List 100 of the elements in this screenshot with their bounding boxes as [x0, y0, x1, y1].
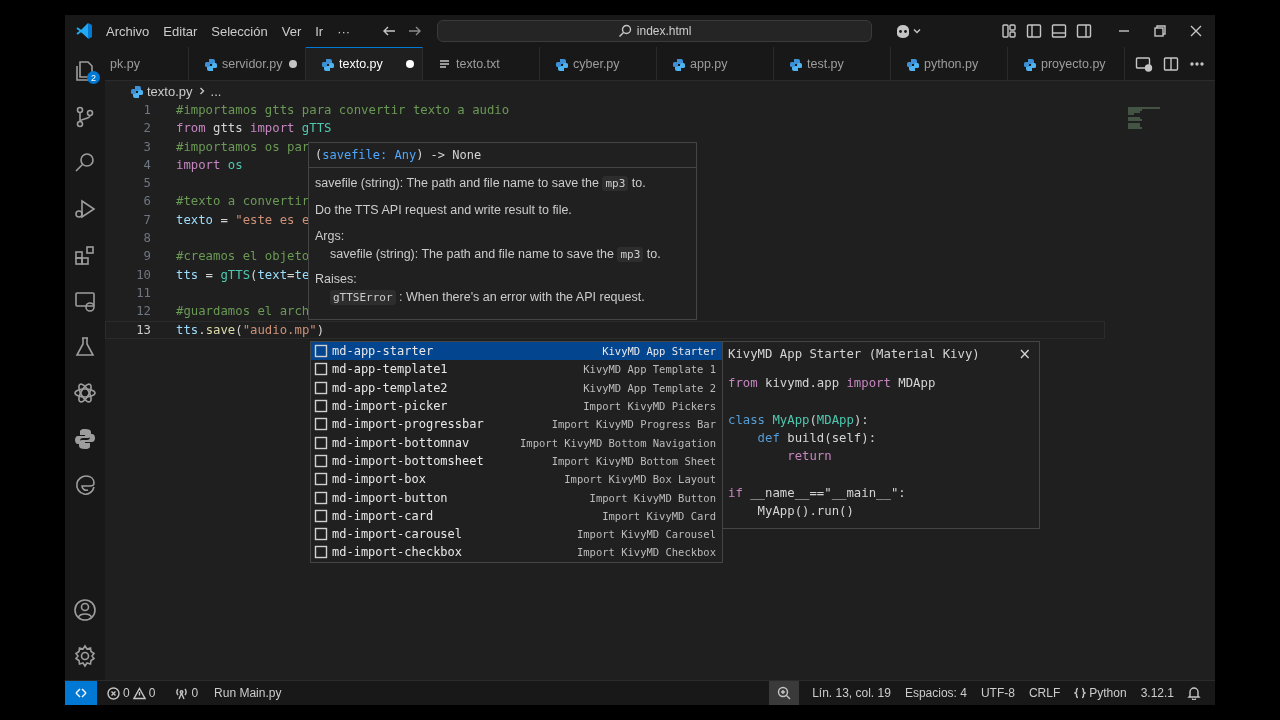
split-editor-icon[interactable]	[1163, 55, 1179, 72]
menu-item[interactable]: Editar	[156, 23, 205, 39]
suggestion-item[interactable]: md-import-checkbox Import KivyMD Checkbox	[311, 543, 722, 562]
extensions-icon[interactable]	[73, 243, 97, 267]
problems-button[interactable]: 0 0	[101, 686, 162, 700]
run-button[interactable]: Run Main.py	[208, 686, 288, 700]
code-line: def build(self):	[756, 430, 877, 445]
code-line: #importamos os par	[176, 138, 310, 156]
snippet-icon	[314, 344, 328, 359]
doc-paragraph: gTTSError : When there's an error with the API request.	[315, 288, 690, 307]
line-number: 10	[135, 266, 151, 284]
restore-icon[interactable]	[1153, 24, 1167, 38]
panel-toggle-icon[interactable]	[1051, 23, 1067, 39]
secondary-sidebar-icon[interactable]	[1076, 23, 1092, 39]
edge-logo-icon[interactable]	[73, 473, 97, 497]
flask-icon[interactable]	[73, 335, 97, 359]
menu-item[interactable]: Ir	[308, 23, 331, 39]
breadcrumb-item[interactable]: ...	[210, 83, 222, 99]
suggestion-item[interactable]: md-app-template1 KivyMD App Template 1	[311, 360, 722, 379]
snippet-icon	[314, 399, 328, 414]
python-file-icon	[671, 56, 685, 71]
code-line: #guardamos el arch	[176, 303, 310, 321]
app-logo-icon	[75, 22, 93, 40]
menu-item[interactable]: Selección	[204, 23, 275, 39]
suggestion-item[interactable]: md-app-starter KivyMD App Starter	[311, 342, 722, 361]
doc-paragraph: Do the TTS API request and write result to file.	[315, 202, 573, 219]
snippet-icon	[314, 545, 328, 560]
line-number: 6	[142, 193, 151, 211]
suggestion-item[interactable]: md-import-picker Import KivyMD Pickers	[311, 396, 722, 416]
zoom-button[interactable]	[769, 681, 800, 705]
line-number: 1	[142, 102, 151, 119]
status-item[interactable]: Espacios: 4	[897, 686, 974, 700]
error-icon	[107, 686, 120, 700]
suggestion-item[interactable]: md-import-progressbar Import KivyMD Progress Bar	[311, 415, 722, 434]
menu-item[interactable]: Ver	[274, 23, 309, 39]
line-number: 2	[142, 120, 151, 138]
remote-button[interactable]	[65, 681, 97, 705]
suggestion-item[interactable]: md-import-button Import KivyMD Button	[311, 488, 722, 507]
command-search-field[interactable]: index.html	[437, 20, 873, 42]
status-item[interactable]: 3.12.1	[1133, 686, 1181, 700]
snippet-icon	[314, 472, 328, 487]
settings-icon[interactable]	[73, 644, 97, 668]
braces-icon	[1074, 687, 1087, 699]
line-number: 13	[135, 321, 151, 339]
remote-explorer-icon[interactable]	[73, 289, 97, 313]
line-number: 4	[142, 156, 151, 174]
breadcrumb-item[interactable]: texto.py	[147, 83, 193, 99]
notification-badge: 2	[87, 71, 100, 84]
layout-icon[interactable]	[1001, 23, 1017, 39]
python-file-icon	[129, 84, 143, 98]
code-line: #creamos el objeto	[176, 248, 310, 266]
line-number: 12	[135, 303, 151, 321]
doc-heading: Args:	[315, 228, 346, 245]
ports-button[interactable]: 0	[169, 686, 205, 700]
code-line: MyApp().run()	[756, 504, 854, 519]
suggestion-item[interactable]: md-app-template2 KivyMD App Template 2	[311, 378, 722, 397]
python-file-icon	[554, 56, 568, 71]
bell-icon[interactable]	[1187, 686, 1201, 700]
signature-text: (savefile: Any) -> None	[309, 143, 696, 168]
snippet-icon	[314, 417, 328, 432]
snippet-icon	[314, 435, 328, 450]
python-file-icon	[1022, 56, 1036, 71]
suggestion-item[interactable]: md-import-card Import KivyMD Card	[311, 506, 722, 525]
code-line: from kivymd.app import MDApp	[728, 376, 936, 390]
status-item[interactable]: Python	[1067, 686, 1134, 700]
code-line: tts.save("audio.mp")	[176, 321, 325, 339]
code-line: from gtts import gTTS	[176, 120, 332, 138]
sidebar-toggle-icon[interactable]	[1026, 23, 1042, 39]
close-button[interactable]: ×	[1018, 345, 1031, 363]
suggestion-item[interactable]: md-import-box Import KivyMD Box Layout	[311, 470, 722, 489]
chevron-down-icon[interactable]	[912, 26, 923, 36]
snippet-icon	[314, 453, 328, 468]
close-icon[interactable]	[1189, 24, 1203, 38]
suggestion-item[interactable]: md-import-bottomnav Import KivyMD Bottom Navigation	[311, 433, 722, 452]
python-icon[interactable]	[73, 427, 97, 451]
status-item[interactable]: UTF-8	[973, 686, 1022, 700]
antenna-icon	[175, 686, 189, 700]
snippet-icon	[314, 527, 328, 542]
suggestion-item[interactable]: md-import-carousel Import KivyMD Carousel	[311, 524, 722, 544]
account-icon[interactable]	[73, 598, 97, 622]
minimap-drawing	[1128, 107, 1160, 129]
menu-item[interactable]: Archivo	[99, 23, 157, 39]
preview-icon[interactable]	[1135, 55, 1153, 72]
suggestion-item[interactable]: md-import-bottomsheet Import KivyMD Bottom Sheet	[311, 451, 722, 471]
status-item[interactable]: Lín. 13, col. 19	[805, 686, 898, 700]
snippet-icon	[314, 362, 328, 377]
snippet-icon	[314, 508, 328, 523]
line-number: 5	[142, 175, 151, 193]
python-file-icon	[320, 57, 334, 71]
warning-icon	[132, 686, 146, 700]
doc-heading: Raises:	[315, 271, 358, 288]
snippet-icon	[314, 380, 328, 395]
editor-tab[interactable]: texto.py	[306, 47, 423, 80]
run-debug-icon[interactable]	[73, 197, 97, 221]
doc-paragraph: savefile (string): The path and file name to save the mp3 to.	[315, 175, 647, 193]
menu-item[interactable]: ···	[330, 23, 358, 39]
code-line: #importamos gtts para convertir texto a audio	[176, 102, 510, 119]
status-item[interactable]: CRLF	[1021, 686, 1068, 700]
python-file-icon	[203, 56, 217, 71]
atom-icon[interactable]	[73, 381, 97, 405]
